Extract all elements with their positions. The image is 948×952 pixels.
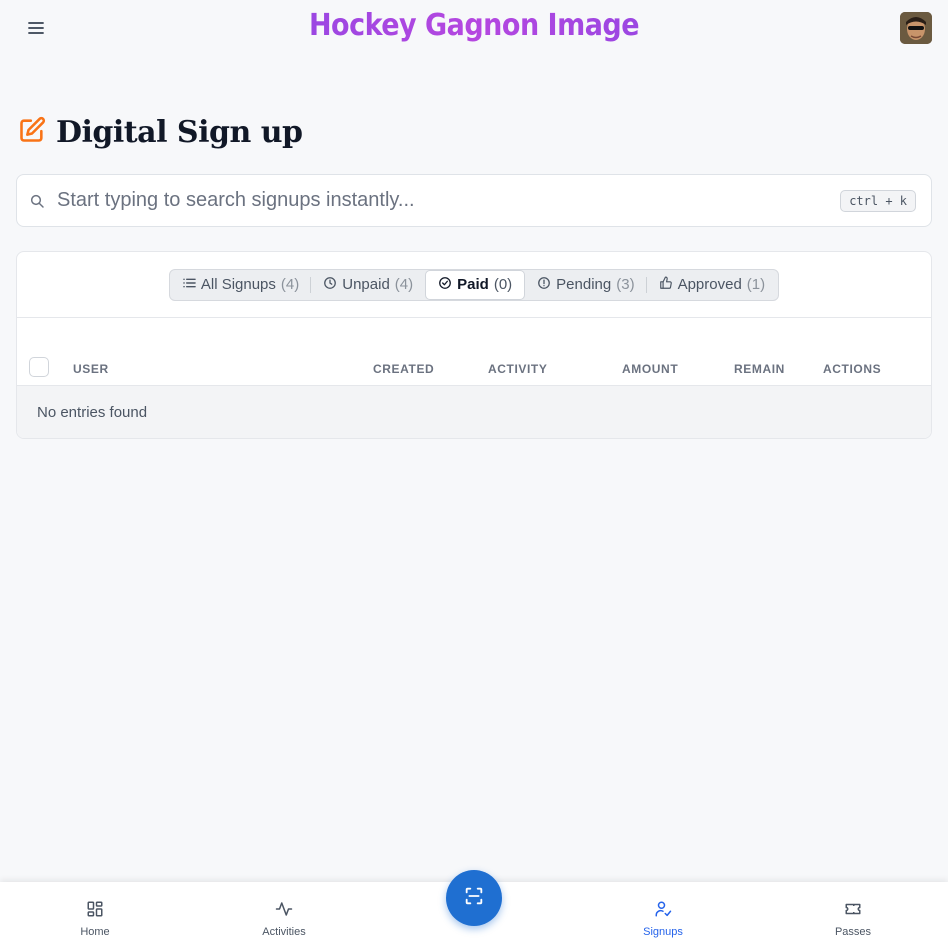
tab-approved[interactable]: Approved (1) <box>647 271 778 299</box>
user-avatar[interactable] <box>900 12 932 44</box>
tab-count: (3) <box>616 276 635 293</box>
nav-label: Activities <box>262 926 306 938</box>
search-input[interactable] <box>57 189 841 212</box>
empty-state-row: No entries found <box>17 386 931 438</box>
scan-icon <box>463 885 485 912</box>
nav-item-home[interactable]: Home <box>55 900 135 938</box>
tab-count: (1) <box>746 276 766 293</box>
tab-label: Unpaid <box>342 276 390 293</box>
tab-label: Pending <box>556 276 612 293</box>
filter-tabs: All Signups (4) Unpaid (4) Paid (0) Pend… <box>168 268 780 301</box>
tab-label: Paid <box>457 276 489 293</box>
nav-label: Home <box>80 926 110 938</box>
tab-paid[interactable]: Paid (0) <box>425 269 526 300</box>
column-header-amount[interactable]: AMOUNT <box>622 362 678 376</box>
column-header-user[interactable]: USER <box>73 362 109 376</box>
pencil-square-icon <box>18 116 46 149</box>
list-icon <box>183 276 196 293</box>
nav-item-passes[interactable]: Passes <box>813 900 893 938</box>
nav-label: Passes <box>834 926 872 938</box>
empty-message: No entries found <box>37 404 148 421</box>
brand-logo[interactable]: Hockey Gagnon Image <box>0 8 948 43</box>
grid-icon <box>86 901 104 922</box>
nav-item-activities[interactable]: Activities <box>244 900 324 938</box>
tab-count: (4) <box>280 276 300 293</box>
column-header-actions: ACTIONS <box>823 362 882 376</box>
tab-label: Approved <box>677 276 742 293</box>
signups-card: All Signups (4) Unpaid (4) Paid (0) Pend… <box>16 251 932 439</box>
search-icon <box>17 193 57 209</box>
tab-pending[interactable]: Pending (3) <box>525 271 647 299</box>
tab-count: (4) <box>394 276 414 293</box>
keyboard-shortcut-hint: ctrl + k <box>840 189 916 212</box>
nav-label: Signups <box>643 926 683 938</box>
select-all-checkbox[interactable] <box>29 357 49 377</box>
page-title: Digital Sign up <box>56 114 303 150</box>
activity-icon <box>275 902 293 922</box>
tab-label: All Signups <box>200 276 276 293</box>
search-bar: ctrl + k <box>16 174 932 227</box>
tab-unpaid[interactable]: Unpaid (4) <box>311 271 425 299</box>
user-check-icon <box>654 901 672 922</box>
page-title-area: Digital Sign up <box>18 112 303 152</box>
tab-all-signups[interactable]: All Signups (4) <box>171 271 312 299</box>
check-circle-icon <box>438 276 452 294</box>
tab-count: (0) <box>493 276 513 293</box>
top-header: Hockey Gagnon Image <box>0 0 948 58</box>
table-header: USER CREATED ACTIVITY AMOUNT REMAIN ACTI… <box>17 352 931 386</box>
nav-item-signups[interactable]: Signups <box>623 900 703 938</box>
ticket-icon <box>844 903 862 922</box>
column-header-created[interactable]: CREATED <box>373 362 434 376</box>
scan-button[interactable] <box>446 870 502 926</box>
column-header-activity[interactable]: ACTIVITY <box>488 362 547 376</box>
alert-circle-icon <box>537 276 551 294</box>
filter-tabs-row: All Signups (4) Unpaid (4) Paid (0) Pend… <box>17 252 931 318</box>
clock-icon <box>323 276 337 294</box>
thumbs-up-icon <box>659 276 673 294</box>
column-header-remain[interactable]: REMAIN <box>734 362 785 376</box>
